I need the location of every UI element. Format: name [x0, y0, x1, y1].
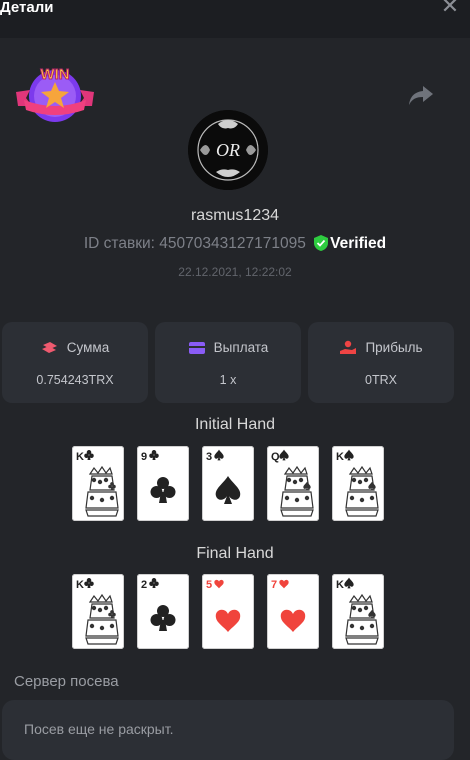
- final-hand-card-face: 5: [206, 579, 241, 632]
- initial-hand-card: Q: [267, 446, 319, 521]
- server-seed-box: Посев еще не раскрыт.: [2, 700, 454, 760]
- modal-header: Детали ✕: [0, 0, 470, 38]
- final-hand-card-face: K: [336, 577, 379, 645]
- profit-icon: [340, 340, 357, 354]
- username: rasmus1234: [190, 207, 280, 224]
- final-hand-card-rank: 5: [206, 579, 212, 591]
- avatar-emblem-icon: OR: [188, 110, 268, 190]
- initial-hand-title: Initial Hand: [194, 416, 276, 433]
- initial-hand-card-face: K: [336, 449, 379, 517]
- avatar: OR: [188, 110, 268, 190]
- initial-hand-card-face: 3: [206, 449, 241, 504]
- initial-hand-card: 9: [137, 446, 189, 521]
- final-hand-card: K: [72, 574, 124, 649]
- final-hand-title: Final Hand: [196, 545, 274, 562]
- initial-hand-card: K: [72, 446, 124, 521]
- avatar-text: OR: [216, 140, 240, 160]
- initial-hand-card: 3: [202, 446, 254, 521]
- initial-hand-card-face: Q: [271, 449, 314, 517]
- verified-label: Verified: [330, 235, 387, 252]
- initial-hand-card: K: [332, 446, 384, 521]
- final-hand-card-rank: 2: [141, 579, 147, 591]
- initial-hand-card-face: K: [76, 450, 119, 517]
- share-icon[interactable]: [407, 82, 435, 108]
- stat-label-amount: Сумма: [66, 340, 110, 355]
- bet-datetime: 22.12.2021, 12:22:02: [178, 265, 292, 279]
- server-seed-value: Посев еще не раскрыт.: [24, 721, 174, 737]
- initial-hand-card-rank: K: [336, 451, 344, 463]
- bet-id-label: ID ставки:: [83, 235, 155, 252]
- initial-hand-card-face: 9: [141, 450, 176, 503]
- final-hand-card-face: K: [76, 578, 119, 645]
- bet-id-row: ID ставки: 45070343127171095 Verified: [0, 235, 470, 253]
- initial-hand-card-rank: 3: [206, 451, 212, 463]
- initial-hand-card-rank: Q: [271, 451, 280, 463]
- stat-value-payout: 1 x: [219, 373, 237, 387]
- initial-hand-card-rank: K: [76, 451, 84, 463]
- stat-label-profit: Прибыль: [365, 340, 423, 355]
- final-hand-card-rank: K: [76, 579, 84, 591]
- final-hand-card-rank: K: [336, 579, 344, 591]
- verified-shield-icon: [314, 235, 329, 251]
- stat-card-profit: Прибыль 0TRX: [308, 322, 454, 403]
- final-hand-card: 7: [267, 574, 319, 649]
- badge-text: WIN: [40, 66, 69, 83]
- server-seed-label: Сервер посева: [14, 673, 119, 690]
- stat-label-payout: Выплата: [213, 340, 269, 355]
- final-hand-card: K: [332, 574, 384, 649]
- bet-id-value: 45070343127171095: [159, 235, 306, 252]
- initial-hand-card-rank: 9: [141, 451, 147, 463]
- final-hand-card-face: 2: [141, 578, 176, 631]
- wallet-icon: [188, 342, 205, 354]
- stat-card-amount: Сумма 0.754243TRX: [2, 322, 148, 403]
- final-hand-card: 2: [137, 574, 189, 649]
- close-button[interactable]: ✕: [440, 0, 460, 17]
- final-hand-card: 5: [202, 574, 254, 649]
- stat-value-profit: 0TRX: [365, 373, 397, 387]
- stat-value-amount: 0.754243TRX: [36, 373, 114, 387]
- win-badge-icon: WIN: [16, 66, 94, 122]
- coins-icon: [41, 342, 57, 353]
- final-hand-card-face: 7: [271, 579, 306, 632]
- final-hand-card-rank: 7: [271, 579, 277, 591]
- modal-title: Детали: [0, 0, 54, 16]
- stat-card-payout: Выплата 1 x: [155, 322, 301, 403]
